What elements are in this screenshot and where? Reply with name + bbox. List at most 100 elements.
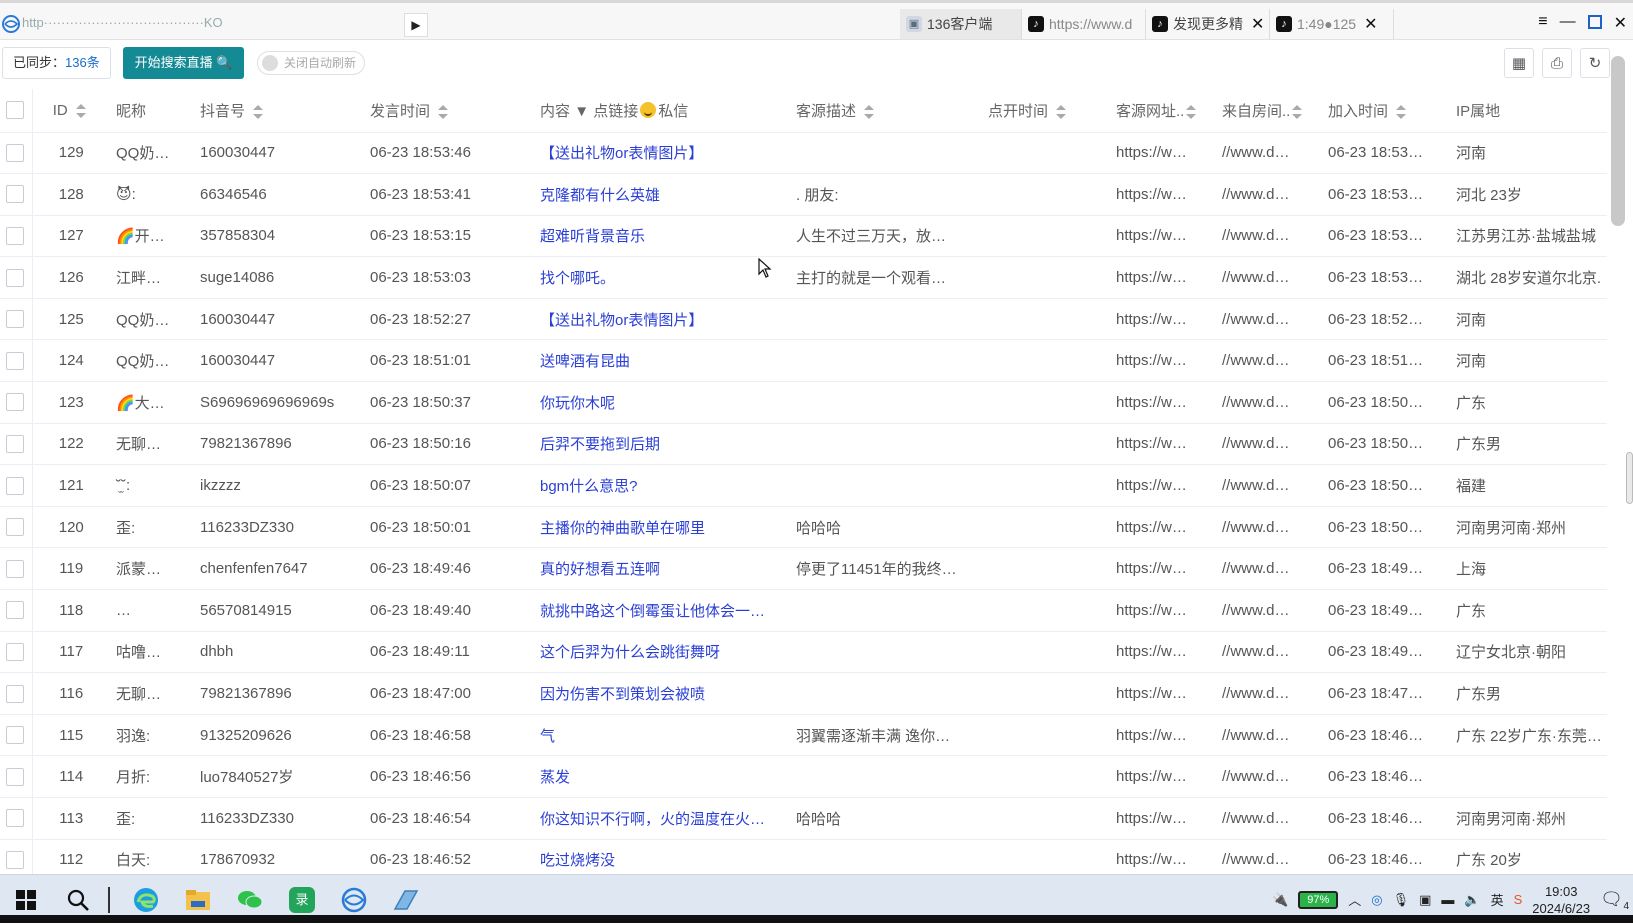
select-all-checkbox[interactable] xyxy=(0,89,33,133)
row-checkbox[interactable] xyxy=(0,215,33,258)
row-checkbox[interactable] xyxy=(0,839,33,874)
cell-content[interactable]: 找个哪吒。 xyxy=(530,256,786,299)
cell-source-url[interactable]: https://w… xyxy=(1106,506,1212,549)
cell-room[interactable]: //www.d… xyxy=(1212,547,1318,591)
cell-content[interactable]: 主播你的神曲歌单在哪里 xyxy=(530,506,786,549)
grid-icon[interactable]: ▦ xyxy=(1504,48,1534,78)
row-checkbox[interactable] xyxy=(0,298,33,341)
cell-source-url[interactable]: https://w… xyxy=(1106,298,1212,341)
security-icon[interactable]: ▣ xyxy=(1419,892,1431,908)
cell-room[interactable]: //www.d… xyxy=(1212,464,1318,507)
minimize-icon[interactable]: — xyxy=(1560,13,1576,33)
row-checkbox[interactable] xyxy=(0,132,33,175)
sort-icon[interactable] xyxy=(75,103,86,118)
sort-icon[interactable] xyxy=(438,104,449,119)
row-checkbox[interactable] xyxy=(0,797,33,840)
play-button[interactable]: ▶ xyxy=(404,13,428,37)
cell-room[interactable]: //www.d… xyxy=(1212,797,1318,840)
cell-room[interactable]: //www.d… xyxy=(1212,215,1318,258)
cell-content[interactable]: 因为伤害不到策划会被喷 xyxy=(530,672,786,715)
table-row[interactable]: 117 咕噜… dhbh 06-23 18:49:11 这个后羿为什么会跳街舞呀 http… xyxy=(0,631,1607,674)
cell-content[interactable]: 送啤酒有昆曲 xyxy=(530,339,786,383)
row-checkbox[interactable] xyxy=(0,464,33,507)
table-row[interactable]: 128 😈: 66346546 06-23 18:53:41 克隆都有什么英雄. 朋友:… xyxy=(0,173,1607,216)
notification-icon[interactable]: 🗨 4 xyxy=(1600,889,1629,912)
cell-room[interactable]: //www.d… xyxy=(1212,339,1318,383)
start-search-live-button[interactable]: 开始搜索直播 🔍 xyxy=(123,47,244,79)
cell-source-url[interactable]: https://w… xyxy=(1106,589,1212,632)
cell-content[interactable]: 真的好想看五连啊 xyxy=(530,547,786,591)
table-row[interactable]: 123 🌈大… S69696969696969s 06-23 18:50:37 你玩你木… xyxy=(0,381,1607,424)
row-checkbox[interactable] xyxy=(0,381,33,424)
cell-source-url[interactable]: https://w… xyxy=(1106,797,1212,840)
table-row[interactable]: 118… 56570814915 06-23 18:49:40 就挑中路这个倒霉蛋让他… xyxy=(0,589,1607,632)
cell-content[interactable]: 【送出礼物or表情图片】 xyxy=(530,132,786,175)
row-checkbox[interactable] xyxy=(0,339,33,383)
cell-source-url[interactable]: https://w… xyxy=(1106,173,1212,216)
volume-icon[interactable]: 🔈 xyxy=(1464,892,1480,908)
tab-douyin-url[interactable]: ♪ https://www.d xyxy=(1022,9,1146,39)
cell-room[interactable]: //www.d… xyxy=(1212,839,1318,874)
col-post-time[interactable]: 发言时间 xyxy=(360,89,530,133)
cell-room[interactable]: //www.d… xyxy=(1212,755,1318,798)
sort-icon[interactable] xyxy=(1396,104,1407,119)
cell-source-url[interactable]: https://w… xyxy=(1106,423,1212,466)
close-icon[interactable]: ✕ xyxy=(1251,14,1264,34)
cell-content[interactable]: 这个后羿为什么会跳街舞呀 xyxy=(530,631,786,674)
ime-indicator[interactable]: 英 xyxy=(1491,890,1504,909)
cell-source-url[interactable]: https://w… xyxy=(1106,215,1212,258)
row-checkbox[interactable] xyxy=(0,755,33,798)
col-description[interactable]: 客源描述 xyxy=(786,89,978,133)
cell-content[interactable]: 超难听背景音乐 xyxy=(530,215,786,258)
cell-content[interactable]: 克隆都有什么英雄 xyxy=(530,173,786,216)
cell-room[interactable]: //www.d… xyxy=(1212,506,1318,549)
tab-live[interactable]: ♪ 1:49●125 ✕ xyxy=(1270,9,1394,39)
table-row[interactable]: 124 QQ奶… 160030447 06-23 18:51:01 送啤酒有昆曲 http… xyxy=(0,339,1607,383)
table-row[interactable]: 127 🌈开… 357858304 06-23 18:53:15 超难听背景音乐 人生不过… xyxy=(0,215,1607,258)
cell-content[interactable]: 气 xyxy=(530,714,786,757)
col-id[interactable]: ID xyxy=(32,89,106,133)
col-source-url[interactable]: 客源网址.. xyxy=(1106,89,1212,133)
cell-content[interactable]: 你玩你木呢 xyxy=(530,381,786,424)
cell-room[interactable]: //www.d… xyxy=(1212,423,1318,466)
browser-tray-icon[interactable]: ◎ xyxy=(1371,892,1382,908)
cell-content[interactable]: 蒸发 xyxy=(530,755,786,798)
cell-source-url[interactable]: https://w… xyxy=(1106,714,1212,757)
cell-room[interactable]: //www.d… xyxy=(1212,589,1318,632)
sort-icon[interactable] xyxy=(253,104,264,119)
cell-source-url[interactable]: https://w… xyxy=(1106,672,1212,715)
cell-room[interactable]: //www.d… xyxy=(1212,298,1318,341)
cell-room[interactable]: //www.d… xyxy=(1212,381,1318,424)
table-row[interactable]: 129 QQ奶… 160030447 06-23 18:53:46 【送出礼物or表情图… xyxy=(0,132,1607,175)
row-checkbox[interactable] xyxy=(0,173,33,216)
side-handle[interactable] xyxy=(1626,452,1633,504)
cell-source-url[interactable]: https://w… xyxy=(1106,839,1212,874)
cell-room[interactable]: //www.d… xyxy=(1212,256,1318,299)
cell-source-url[interactable]: https://w… xyxy=(1106,464,1212,507)
cell-source-url[interactable]: https://w… xyxy=(1106,631,1212,674)
vertical-scrollbar[interactable] xyxy=(1611,56,1625,226)
refresh-icon[interactable]: ↻ xyxy=(1580,48,1610,78)
tab-client[interactable]: ▣ 136客户端 xyxy=(900,9,1022,39)
table-row[interactable]: 120 歪: 116233DZ330 06-23 18:50:01 主播你的神曲歌单在哪… xyxy=(0,506,1607,549)
row-checkbox[interactable] xyxy=(0,672,33,715)
row-checkbox[interactable] xyxy=(0,423,33,466)
input-method-icon[interactable]: S xyxy=(1514,892,1523,907)
cell-room[interactable]: //www.d… xyxy=(1212,173,1318,216)
sort-icon[interactable] xyxy=(1292,104,1303,119)
cell-source-url[interactable]: https://w… xyxy=(1106,547,1212,591)
menu-icon[interactable]: ≡ xyxy=(1538,13,1547,33)
microphone-icon[interactable]: 🎙 xyxy=(1393,892,1410,908)
col-douyin-id[interactable]: 抖音号 xyxy=(190,89,360,133)
auto-refresh-toggle[interactable]: 关闭自动刷新 xyxy=(257,51,366,75)
cell-content[interactable]: 【送出礼物or表情图片】 xyxy=(530,298,786,341)
address-bar[interactable]: http····································… xyxy=(22,15,402,33)
table-row[interactable]: 114 月折: luo7840527岁 06-23 18:46:56 蒸发 https:/… xyxy=(0,755,1607,798)
cell-source-url[interactable]: https://w… xyxy=(1106,256,1212,299)
col-join-time[interactable]: 加入时间 xyxy=(1318,89,1446,133)
cell-content[interactable]: 后羿不要拖到后期 xyxy=(530,423,786,466)
row-checkbox[interactable] xyxy=(0,714,33,757)
row-checkbox[interactable] xyxy=(0,506,33,549)
cell-room[interactable]: //www.d… xyxy=(1212,714,1318,757)
cell-content[interactable]: bgm什么意思? xyxy=(530,464,786,507)
